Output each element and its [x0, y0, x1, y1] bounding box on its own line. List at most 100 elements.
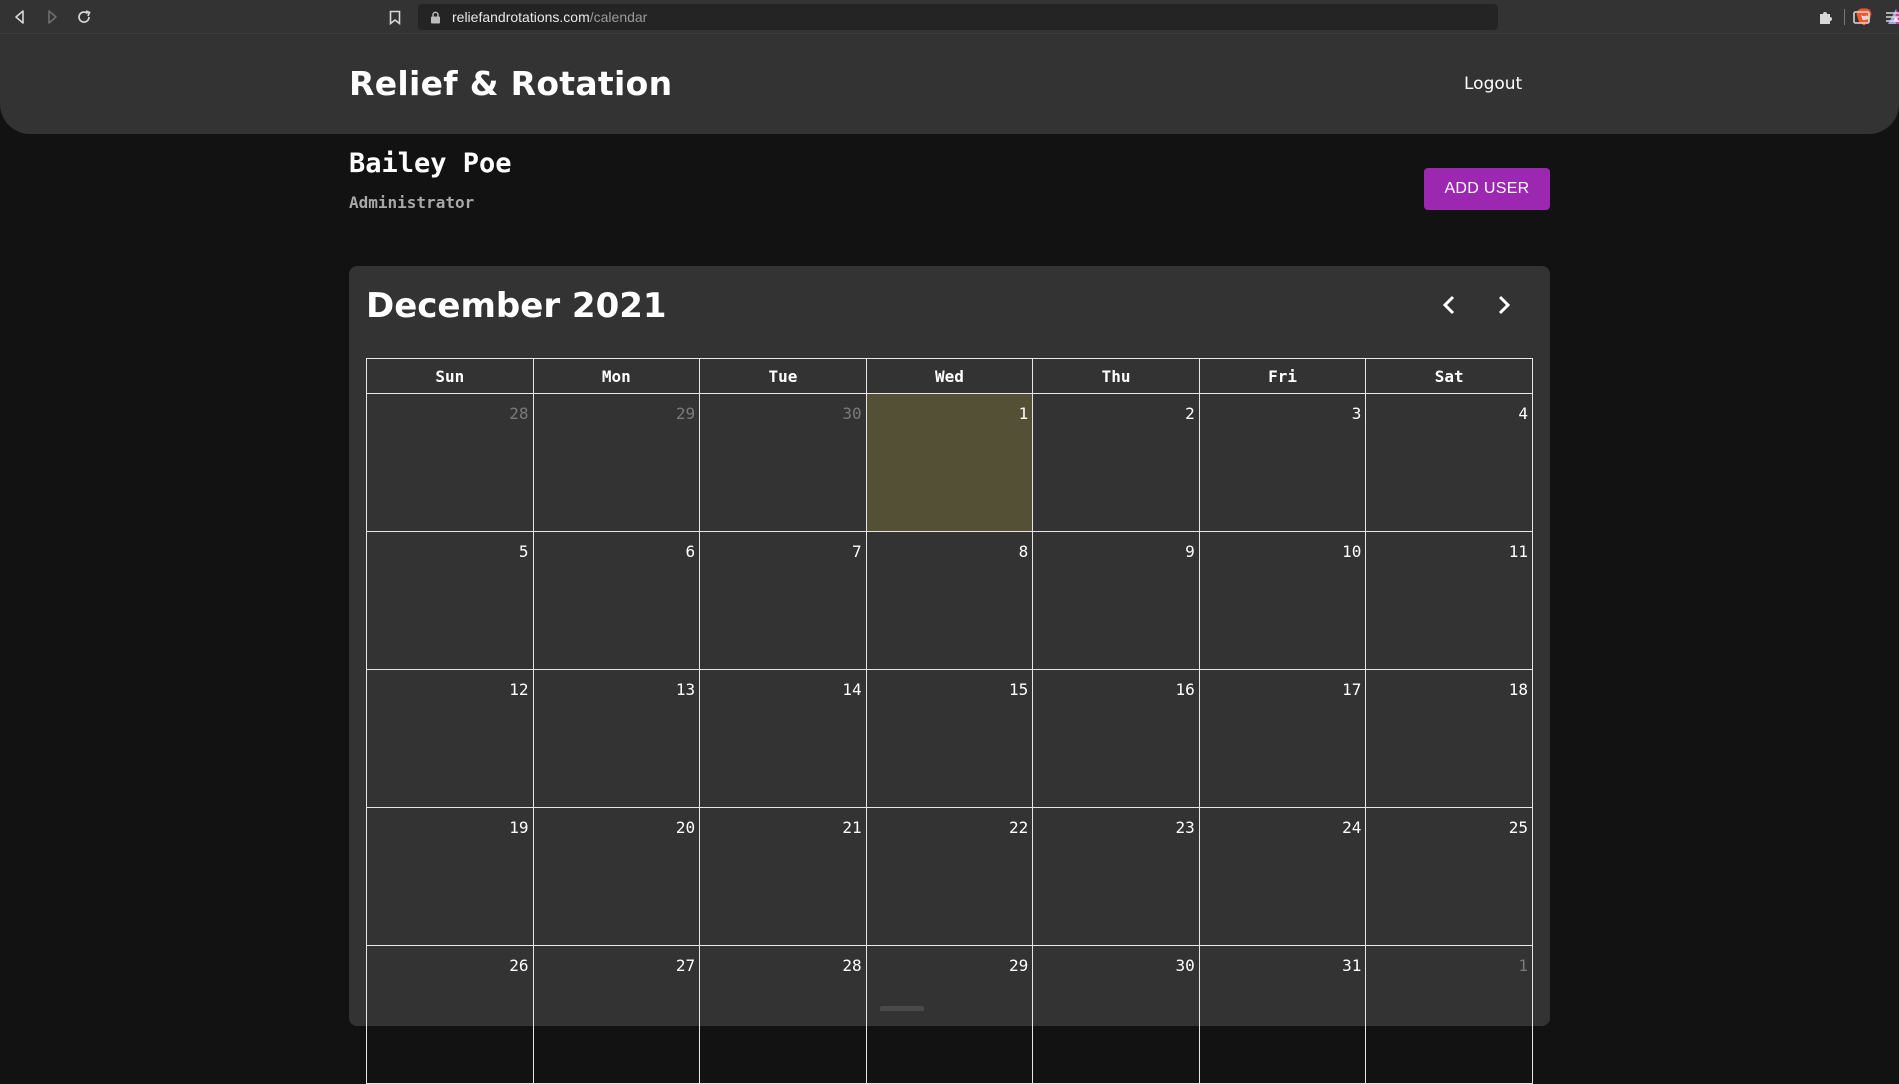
weekday-header: Thu: [1032, 358, 1200, 394]
calendar-day-number: 7: [852, 542, 862, 561]
calendar-day-number: 28: [842, 956, 862, 975]
bookmark-icon[interactable]: [385, 5, 405, 29]
calendar-day-number: 1: [1018, 404, 1029, 423]
calendar-day-cell[interactable]: 10: [1198, 531, 1367, 670]
calendar-day-cell[interactable]: 30: [1032, 945, 1200, 1084]
weekday-header: Tue: [699, 358, 867, 394]
weekday-header: Fri: [1198, 358, 1367, 394]
calendar-day-cell[interactable]: 8: [865, 531, 1034, 670]
calendar-day-cell[interactable]: 31: [1198, 945, 1367, 1084]
calendar-day-number: 26: [509, 956, 529, 975]
calendar-day-cell-outside-month[interactable]: 30: [699, 393, 867, 532]
calendar-day-number: 25: [1508, 818, 1528, 837]
url-path: /calendar: [589, 9, 648, 25]
calendar-week-row: 5 6 7 8 9 10 11: [366, 531, 1533, 670]
calendar-day-number: 17: [1342, 680, 1362, 699]
calendar-week-row: 12 13 14 15 16 17 18: [366, 669, 1533, 808]
calendar-day-number: 20: [675, 818, 696, 837]
calendar-day-number: 29: [675, 404, 696, 423]
logout-link[interactable]: Logout: [1464, 74, 1522, 94]
calendar-day-cell[interactable]: 9: [1032, 531, 1200, 670]
calendar-day-number: 24: [1342, 818, 1362, 837]
calendar-day-number: 16: [1175, 680, 1195, 699]
calendar-day-number: 28: [509, 404, 529, 423]
add-user-button[interactable]: ADD USER: [1424, 168, 1550, 210]
calendar-day-number: 30: [1175, 956, 1195, 975]
calendar-day-number: 4: [1518, 404, 1528, 423]
calendar-card: December 2021 Sun Mon Tue Wed Thu Fri Sa…: [349, 266, 1550, 1084]
calendar-day-number: 22: [1008, 818, 1029, 837]
calendar-day-number: 31: [1342, 956, 1362, 975]
calendar-day-cell[interactable]: 14: [699, 669, 867, 808]
calendar-day-cell[interactable]: 12: [366, 669, 534, 808]
weekday-header-row: Sun Mon Tue Wed Thu Fri Sat: [366, 358, 1533, 394]
calendar-day-number: 23: [1175, 818, 1195, 837]
calendar-day-number: 9: [1185, 542, 1195, 561]
calendar-day-number: 21: [842, 818, 862, 837]
calendar-day-cell[interactable]: 25: [1365, 807, 1533, 946]
calendar-day-number: 1: [1518, 956, 1528, 975]
calendar-day-cell-today[interactable]: 1: [865, 393, 1034, 532]
calendar-day-number: 15: [1008, 680, 1029, 699]
calendar-day-cell[interactable]: 20: [532, 807, 701, 946]
calendar-day-cell[interactable]: 19: [366, 807, 534, 946]
wallet-icon[interactable]: [1851, 6, 1871, 28]
calendar-day-cell[interactable]: 29: [865, 945, 1034, 1084]
menu-icon[interactable]: [1884, 6, 1899, 28]
calendar-day-cell[interactable]: 28: [699, 945, 867, 1084]
calendar-month-title: December 2021: [366, 286, 667, 326]
calendar-day-number: 10: [1342, 542, 1362, 561]
weekday-header: Sun: [366, 358, 534, 394]
calendar-day-cell-outside-month[interactable]: 29: [532, 393, 701, 532]
calendar-day-number: 14: [842, 680, 862, 699]
lock-icon: [428, 10, 442, 24]
calendar-day-cell[interactable]: 24: [1198, 807, 1367, 946]
address-bar[interactable]: reliefandrotations.com/calendar: [418, 4, 1899, 30]
browser-toolbar: reliefandrotations.com/calendar: [0, 0, 1899, 34]
calendar-day-number: 29: [1008, 956, 1029, 975]
calendar-day-number: 19: [509, 818, 529, 837]
chevron-right-icon: [1498, 295, 1511, 315]
calendar-day-number: 2: [1185, 404, 1195, 423]
calendar-day-number: 8: [1018, 542, 1029, 561]
calendar-day-cell-outside-month[interactable]: 28: [366, 393, 534, 532]
back-icon[interactable]: [8, 5, 32, 29]
reload-icon[interactable]: [72, 5, 96, 29]
scrollbar-handle[interactable]: [880, 1006, 924, 1011]
url-divider: [1844, 9, 1845, 25]
forward-icon[interactable]: [40, 5, 64, 29]
calendar-day-number: 13: [675, 680, 696, 699]
calendar-day-cell[interactable]: 26: [366, 945, 534, 1084]
calendar-day-cell[interactable]: 23: [1032, 807, 1200, 946]
calendar-grid: Sun Mon Tue Wed Thu Fri Sat 28 29 30 1 2 3 4 5 6…: [366, 358, 1533, 1084]
calendar-day-cell[interactable]: 5: [366, 531, 534, 670]
calendar-day-number: 6: [685, 542, 696, 561]
calendar-day-cell[interactable]: 27: [532, 945, 701, 1084]
calendar-day-number: 5: [518, 542, 529, 561]
calendar-day-cell[interactable]: 13: [532, 669, 701, 808]
brand-title[interactable]: Relief & Rotation: [349, 64, 672, 103]
calendar-day-cell[interactable]: 17: [1198, 669, 1367, 808]
puzzle-icon[interactable]: [1816, 6, 1836, 28]
calendar-day-cell[interactable]: 3: [1198, 393, 1367, 532]
next-month-button[interactable]: [1487, 288, 1521, 322]
calendar-day-cell[interactable]: 11: [1365, 531, 1533, 670]
calendar-day-cell[interactable]: 18: [1365, 669, 1533, 808]
calendar-week-row: 19 20 21 22 23 24 25: [366, 807, 1533, 946]
calendar-day-cell[interactable]: 15: [865, 669, 1034, 808]
calendar-day-number: 30: [842, 404, 862, 423]
user-name: Bailey Poe: [349, 148, 512, 179]
calendar-day-cell[interactable]: 4: [1365, 393, 1533, 532]
calendar-day-cell[interactable]: 6: [532, 531, 701, 670]
weekday-header: Wed: [865, 358, 1034, 394]
previous-month-button[interactable]: [1432, 288, 1466, 322]
calendar-day-cell[interactable]: 16: [1032, 669, 1200, 808]
calendar-day-cell[interactable]: 22: [865, 807, 1034, 946]
calendar-day-number: 11: [1508, 542, 1528, 561]
calendar-day-cell-outside-month[interactable]: 1: [1365, 945, 1533, 1084]
calendar-day-cell[interactable]: 7: [699, 531, 867, 670]
user-role: Administrator: [349, 193, 475, 212]
calendar-day-cell[interactable]: 21: [699, 807, 867, 946]
weekday-header: Mon: [532, 358, 701, 394]
calendar-day-cell[interactable]: 2: [1032, 393, 1200, 532]
